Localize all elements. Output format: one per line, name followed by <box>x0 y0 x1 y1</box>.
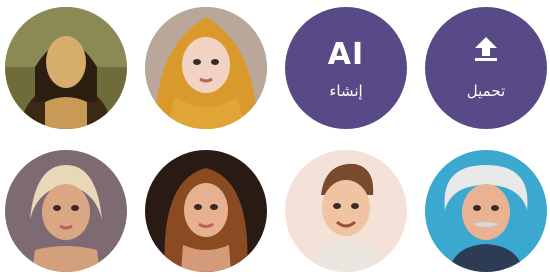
ai-mark: AI <box>327 37 365 72</box>
wavy-hair-girl-image <box>145 150 267 272</box>
create-ai-button[interactable]: AI إنشاء <box>285 7 407 129</box>
upload-label: تحميل <box>466 82 506 100</box>
upload-icon <box>475 37 497 61</box>
avatar-young-man[interactable] <box>285 150 407 272</box>
avatar-einstein[interactable] <box>425 150 547 272</box>
avatar-mona-lisa[interactable] <box>5 7 127 129</box>
einstein-image <box>425 150 547 272</box>
young-man-image <box>285 150 407 272</box>
avatar-ponytail-girl[interactable] <box>5 150 127 272</box>
avatar-hijab-girl[interactable] <box>145 7 267 129</box>
mona-lisa-image <box>5 7 127 129</box>
upload-button[interactable]: تحميل <box>425 7 547 129</box>
create-label: إنشاء <box>329 82 363 100</box>
hijab-girl-image <box>145 7 267 129</box>
avatar-wavy-hair-girl[interactable] <box>145 150 267 272</box>
ponytail-girl-image <box>5 150 127 272</box>
